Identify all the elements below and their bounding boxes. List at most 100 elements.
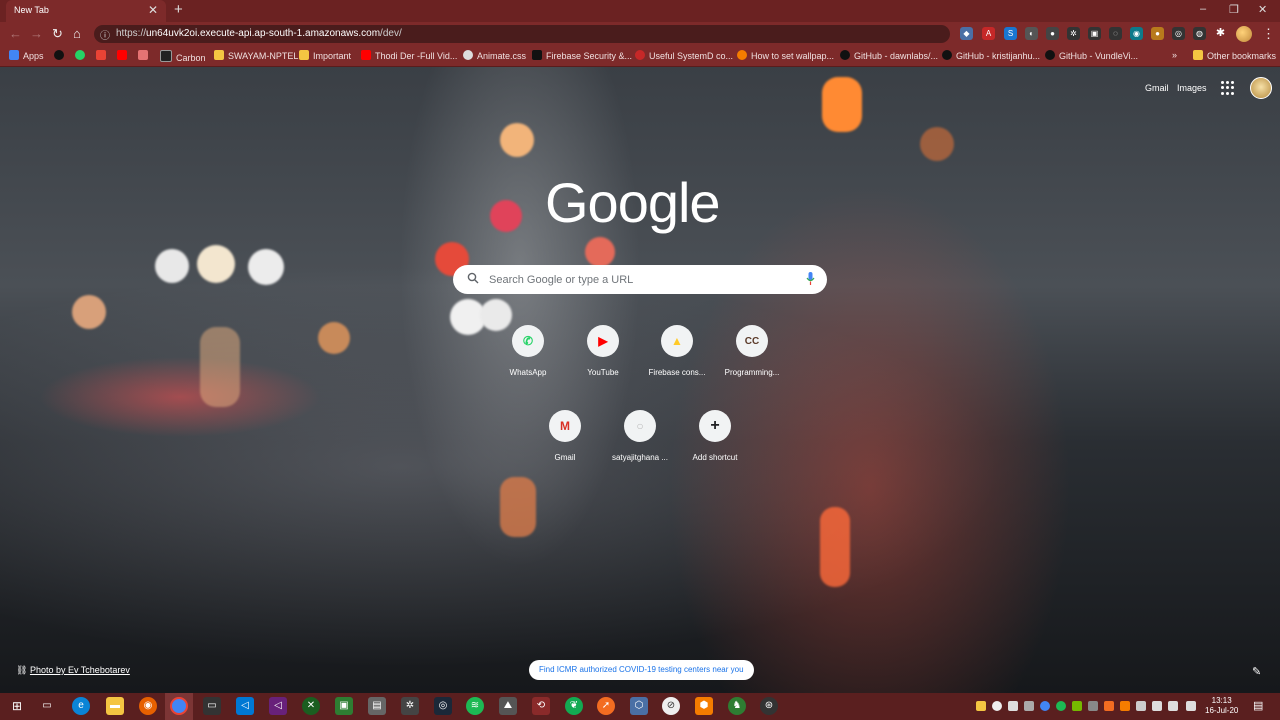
github-bookmark-icon[interactable] <box>54 50 68 61</box>
extension-icon[interactable]: ● <box>1151 27 1164 40</box>
bookmark-animate-css[interactable]: Animate.css <box>463 50 526 61</box>
app-icon[interactable]: ▣ <box>335 697 353 715</box>
firefox-icon[interactable]: ◉ <box>139 697 157 715</box>
volume-icon[interactable] <box>1168 701 1178 711</box>
task-view-icon[interactable]: ▭ <box>38 697 56 715</box>
minimize-button[interactable]: – <box>1200 3 1206 15</box>
spotify-tray-icon[interactable] <box>1056 701 1066 711</box>
google-apps-icon[interactable] <box>1221 81 1235 95</box>
github-extension-icon[interactable]: ◍ <box>1193 27 1206 40</box>
other-bookmarks[interactable]: Other bookmarks <box>1193 50 1276 61</box>
back-icon[interactable]: ← <box>9 26 22 41</box>
tray-icon[interactable] <box>1024 701 1034 711</box>
photos-icon[interactable]: ⛰ <box>499 697 517 715</box>
extension-icon[interactable]: ◉ <box>1130 27 1143 40</box>
covid-banner[interactable]: Find ICMR authorized COVID-19 testing ce… <box>529 660 754 680</box>
microphone-icon[interactable] <box>806 272 815 288</box>
settings-icon[interactable]: ✲ <box>401 697 419 715</box>
clock[interactable]: 13:13 16-Jul-20 <box>1205 696 1238 716</box>
extension-icon[interactable]: ▣ <box>1088 27 1101 40</box>
bookmark-thodi-der[interactable]: Thodi Der -Full Vid... <box>361 50 457 61</box>
tray-icon[interactable] <box>1120 701 1130 711</box>
bookmark-github-kristijan[interactable]: GitHub - kristijanhu... <box>942 50 1040 61</box>
bookmark-systemd[interactable]: Useful SystemD co... <box>635 50 733 61</box>
nvidia-icon[interactable] <box>1072 701 1082 711</box>
account-avatar[interactable] <box>1250 77 1272 99</box>
network-icon[interactable] <box>1152 701 1162 711</box>
shortcut-programming[interactable]: CC Programming... <box>707 325 797 377</box>
app-icon[interactable]: ⬡ <box>630 697 648 715</box>
visual-studio-icon[interactable]: ◁ <box>269 697 287 715</box>
chrome-icon[interactable] <box>170 697 188 715</box>
notification-icon[interactable]: ▤ <box>1253 699 1263 712</box>
bookmark-github-dawnlabs[interactable]: GitHub - dawnlabs/... <box>840 50 938 61</box>
spotify-icon[interactable]: ≋ <box>466 697 484 715</box>
extension-icon[interactable]: ◎ <box>1172 27 1185 40</box>
url-text[interactable]: https://un64uvk2oi.execute-api.ap-south-… <box>116 28 402 39</box>
extension-icon[interactable]: ◐ <box>1025 27 1038 40</box>
postman-icon[interactable]: ➚ <box>597 697 615 715</box>
app-icon[interactable]: ⊛ <box>760 697 778 715</box>
tab-close-icon[interactable]: ✕ <box>148 3 158 17</box>
bookmark-carbon[interactable]: Carbon <box>160 50 206 63</box>
bookmark-swayam[interactable]: SWAYAM-NPTEL <box>214 50 298 61</box>
bookmark-apps[interactable]: Apps <box>9 50 44 61</box>
tray-icon[interactable] <box>1088 701 1098 711</box>
app-icon[interactable]: ⟲ <box>532 697 550 715</box>
edge-icon[interactable]: e <box>72 697 90 715</box>
extension-icon[interactable]: ◌ <box>1109 27 1122 40</box>
whatsapp-bookmark-icon[interactable] <box>75 50 89 61</box>
steam-icon[interactable]: ◎ <box>434 697 452 715</box>
app-icon[interactable]: ▤ <box>368 697 386 715</box>
gear-extension-icon[interactable]: ✲ <box>1067 27 1080 40</box>
g-bookmark-icon[interactable] <box>138 50 152 61</box>
file-explorer-icon[interactable]: ▬ <box>106 697 124 715</box>
new-tab-button[interactable]: + <box>174 1 183 18</box>
search-input[interactable] <box>487 268 791 292</box>
profile-avatar[interactable] <box>1236 26 1252 42</box>
bookmark-github-vundle[interactable]: GitHub - VundleVi... <box>1045 50 1138 61</box>
forward-icon[interactable]: → <box>30 26 43 41</box>
gmail-link[interactable]: Gmail <box>1145 83 1169 93</box>
github-icon <box>840 50 850 60</box>
gmail-bookmark-icon[interactable] <box>96 50 110 61</box>
youtube-bookmark-icon[interactable] <box>117 50 131 61</box>
app-icon[interactable]: ♞ <box>728 697 746 715</box>
vscode-icon[interactable]: ◁ <box>236 697 254 715</box>
photo-credit[interactable]: ⛓ Photo by Ev Tchebotarev <box>16 665 130 676</box>
app-icon[interactable]: ⊘ <box>662 697 680 715</box>
tray-icon[interactable] <box>1104 701 1114 711</box>
bookmarks-overflow-chevron[interactable]: » <box>1172 50 1177 60</box>
bookmark-firebase-security[interactable]: Firebase Security &... <box>532 50 632 61</box>
extension-icon[interactable]: ● <box>1046 27 1059 40</box>
window-close-button[interactable]: ✕ <box>1258 3 1267 16</box>
onedrive-icon[interactable] <box>992 701 1002 711</box>
bookmark-important[interactable]: Important <box>299 50 351 61</box>
adblock-extension-icon[interactable]: A <box>982 27 995 40</box>
search-box[interactable] <box>453 265 827 294</box>
shield-extension-icon[interactable]: ◆ <box>960 27 973 40</box>
tray-icon[interactable] <box>976 701 986 711</box>
home-icon[interactable]: ⌂ <box>73 26 81 41</box>
app-icon[interactable]: ⬢ <box>695 697 713 715</box>
s-extension-icon[interactable]: S <box>1004 27 1017 40</box>
add-shortcut-button[interactable]: + Add shortcut <box>670 410 760 462</box>
address-bar[interactable]: ⓘ https://un64uvk2oi.execute-api.ap-sout… <box>94 25 950 43</box>
xbox-icon[interactable]: ✕ <box>302 697 320 715</box>
restore-button[interactable]: ❐ <box>1229 3 1239 16</box>
windows-start-icon[interactable]: ⊞ <box>8 697 26 715</box>
pen-icon[interactable] <box>1186 701 1196 711</box>
reload-icon[interactable]: ↻ <box>52 26 63 42</box>
extensions-puzzle-icon[interactable]: ✱ <box>1214 27 1227 40</box>
tab-new-tab[interactable]: New Tab ✕ <box>6 0 166 22</box>
tray-icon[interactable] <box>1008 701 1018 711</box>
images-link[interactable]: Images <box>1177 83 1207 93</box>
site-info-icon[interactable]: ⓘ <box>100 27 110 42</box>
bookmark-wallpaper[interactable]: How to set wallpap... <box>737 50 834 61</box>
mongodb-icon[interactable]: ❦ <box>565 697 583 715</box>
customize-pencil-icon[interactable]: ✎ <box>1252 665 1261 678</box>
keyboard-icon[interactable] <box>1136 701 1146 711</box>
terminal-icon[interactable]: ▭ <box>203 697 221 715</box>
menu-icon[interactable]: ⋮ <box>1262 26 1275 42</box>
tray-icon[interactable] <box>1040 701 1050 711</box>
